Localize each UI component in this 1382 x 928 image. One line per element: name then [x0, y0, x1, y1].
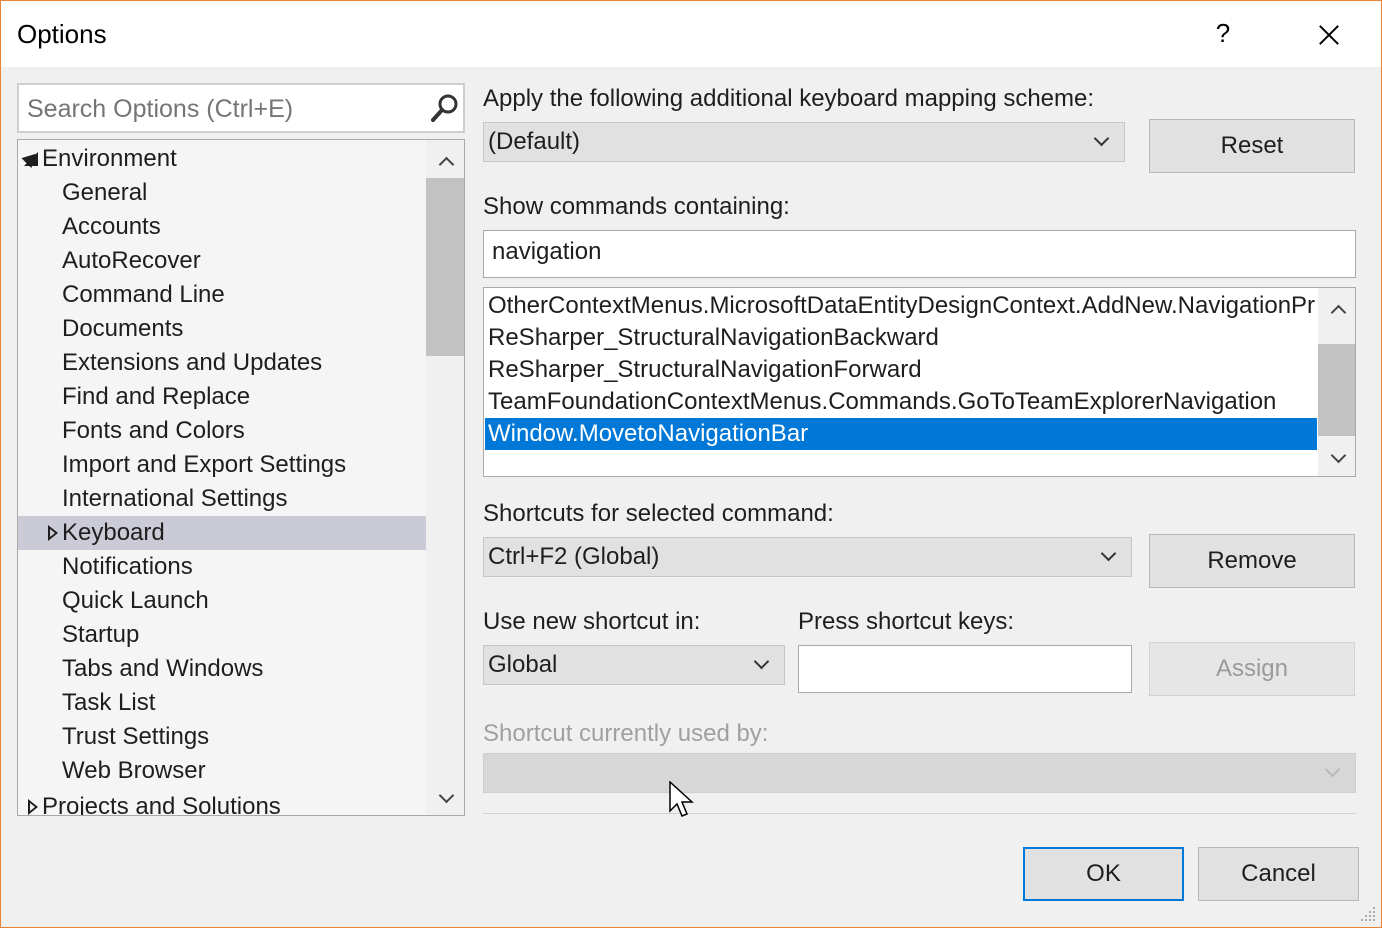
chevron-down-icon: [1103, 550, 1115, 562]
tree-item-environment[interactable]: Environment: [18, 142, 426, 176]
reset-button[interactable]: Reset: [1149, 119, 1355, 173]
assign-button[interactable]: Assign: [1149, 642, 1355, 696]
press-shortcut-keys-label: Press shortcut keys:: [798, 608, 1015, 635]
tree-item-general[interactable]: General: [18, 176, 426, 210]
tree-item-task-list[interactable]: Task List: [18, 686, 426, 720]
shortcuts-label: Shortcuts for selected command:: [483, 500, 834, 527]
chevron-down-icon: [756, 658, 768, 670]
tree-item-web-browser[interactable]: Web Browser: [18, 754, 426, 788]
tree-item-label: Projects and Solutions: [42, 793, 281, 816]
command-list-item[interactable]: OtherContextMenus.MicrosoftDataEntityDes…: [485, 290, 1317, 322]
shortcut-used-by-dropdown[interactable]: [483, 753, 1356, 793]
tree-item-fonts-and-colors[interactable]: Fonts and Colors: [18, 414, 426, 448]
show-commands-input[interactable]: navigation: [483, 230, 1356, 278]
use-new-shortcut-value: Global: [488, 651, 558, 678]
tree-item-keyboard[interactable]: Keyboard: [18, 516, 426, 550]
close-icon[interactable]: [1305, 9, 1353, 57]
mapping-scheme-dropdown[interactable]: (Default): [483, 122, 1125, 162]
tree-item-label: Find and Replace: [62, 383, 251, 410]
tree-item-label: Task List: [62, 689, 156, 716]
mapping-scheme-label: Apply the following additional keyboard …: [483, 85, 1095, 112]
tree-item-trust-settings[interactable]: Trust Settings: [18, 720, 426, 754]
scroll-down-icon[interactable]: [1331, 450, 1345, 464]
mapping-scheme-value: (Default): [488, 128, 581, 155]
tree-item-import-and-export-settings[interactable]: Import and Export Settings: [18, 448, 426, 482]
tree-item-label: AutoRecover: [62, 247, 201, 274]
tree-item-label: Trust Settings: [62, 723, 210, 750]
chevron-down-icon: [1327, 766, 1339, 778]
command-list-item[interactable]: ReSharper_StructuralNavigationBackward: [485, 322, 1317, 354]
show-commands-label: Show commands containing:: [483, 193, 790, 220]
tree-item-label: Environment: [42, 145, 177, 172]
chevron-down-icon: [1096, 135, 1108, 147]
commands-scrollbar[interactable]: [1318, 288, 1355, 476]
tree-item-autorecover[interactable]: AutoRecover: [18, 244, 426, 278]
dialog-title: Options: [17, 19, 107, 49]
tree-scrollbar[interactable]: [426, 140, 464, 815]
tree-item-find-and-replace[interactable]: Find and Replace: [18, 380, 426, 414]
tree-item-label: Tabs and Windows: [62, 655, 264, 682]
expanded-triangle-icon[interactable]: [22, 142, 42, 176]
tree-item-label: Import and Export Settings: [62, 451, 347, 478]
scroll-up-icon[interactable]: [439, 154, 453, 168]
press-shortcut-keys-input[interactable]: [798, 645, 1132, 693]
shortcuts-dropdown[interactable]: Ctrl+F2 (Global): [483, 537, 1132, 577]
options-tree: Environment General Accounts AutoRecover Co…: [17, 139, 465, 816]
tree-item-command-line[interactable]: Command Line: [18, 278, 426, 312]
search-input[interactable]: [27, 94, 417, 124]
cancel-button[interactable]: Cancel: [1198, 847, 1359, 901]
remove-button[interactable]: Remove: [1149, 534, 1355, 588]
commands-list: OtherContextMenus.MicrosoftDataEntityDes…: [483, 287, 1356, 477]
separator: [483, 813, 1356, 814]
tree-item-label: Startup: [62, 621, 140, 648]
scroll-up-icon[interactable]: [1331, 302, 1345, 316]
tree-item-label: Quick Launch: [62, 587, 209, 614]
shortcuts-value: Ctrl+F2 (Global): [488, 543, 660, 570]
tree-item-startup[interactable]: Startup: [18, 618, 426, 652]
command-list-item[interactable]: TeamFoundationContextMenus.Commands.GoTo…: [485, 386, 1317, 418]
tree-item-label: General: [62, 179, 148, 206]
tree-item-accounts[interactable]: Accounts: [18, 210, 426, 244]
tree-item-label: Accounts: [62, 213, 161, 240]
use-new-shortcut-label: Use new shortcut in:: [483, 608, 701, 635]
tree-item-label: Extensions and Updates: [62, 349, 323, 376]
tree-item-label: Notifications: [62, 553, 193, 580]
options-dialog: Options ? Environment General Accounts Aut…: [0, 0, 1382, 928]
title-bar: Options ?: [1, 1, 1381, 67]
ok-button[interactable]: OK: [1023, 847, 1184, 901]
shortcut-used-by-label: Shortcut currently used by:: [483, 720, 769, 747]
tree-item-label: Command Line: [62, 281, 225, 308]
scroll-thumb[interactable]: [426, 178, 464, 356]
command-list-item[interactable]: ReSharper_StructuralNavigationForward: [485, 354, 1317, 386]
tree-item-projects-and-solutions[interactable]: Projects and Solutions: [18, 790, 426, 816]
tree-item-notifications[interactable]: Notifications: [18, 550, 426, 584]
resize-grip-icon[interactable]: [1359, 905, 1377, 923]
tree-item-international-settings[interactable]: International Settings: [18, 482, 426, 516]
use-new-shortcut-dropdown[interactable]: Global: [483, 645, 785, 685]
command-list-item[interactable]: Window.MovetoNavigationBar: [485, 418, 1317, 450]
help-button[interactable]: ?: [1201, 9, 1245, 57]
collapsed-triangle-icon[interactable]: [22, 790, 42, 815]
search-box[interactable]: [17, 83, 465, 133]
scroll-down-icon[interactable]: [439, 790, 453, 804]
search-icon[interactable]: [429, 92, 461, 124]
tree-item-label: Documents: [62, 315, 184, 342]
mouse-cursor-icon: [669, 781, 694, 817]
tree-item-documents[interactable]: Documents: [18, 312, 426, 346]
scroll-thumb[interactable]: [1318, 344, 1355, 436]
tree-item-label: Web Browser: [62, 757, 206, 784]
tree-item-label: Fonts and Colors: [62, 417, 245, 444]
tree-item-quick-launch[interactable]: Quick Launch: [18, 584, 426, 618]
tree-item-label: International Settings: [62, 485, 288, 512]
collapsed-triangle-icon[interactable]: [42, 516, 62, 550]
tree-item-tabs-and-windows[interactable]: Tabs and Windows: [18, 652, 426, 686]
tree-item-extensions-and-updates[interactable]: Extensions and Updates: [18, 346, 426, 380]
tree-item-label: Keyboard: [62, 519, 165, 546]
